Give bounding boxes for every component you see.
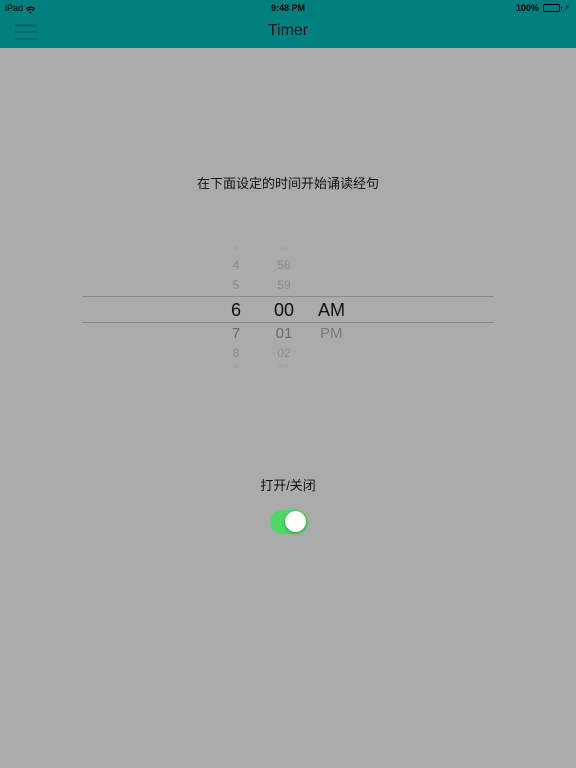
picker-minute-option[interactable]: 03	[264, 362, 304, 368]
picker-minute-selected[interactable]: 00	[264, 300, 304, 321]
status-time: 9:48 PM	[270, 3, 305, 13]
toggle-knob	[285, 511, 306, 532]
toggle-label: 打开/关闭	[260, 478, 316, 493]
time-picker[interactable]: 3 4 5 6 7 8 9 57 58 59 00 01 02 03 AM PM	[0, 240, 576, 375]
instruction-text: 在下面设定的时间开始诵读经句	[196, 176, 379, 191]
battery-icon: ⚡	[542, 0, 570, 16]
picker-hour-option[interactable]: 4	[216, 258, 256, 272]
picker-minute-option[interactable]: 02	[264, 346, 304, 360]
charging-icon: ⚡	[564, 3, 570, 12]
picker-minute-option[interactable]: 57	[264, 246, 304, 252]
status-bar: iPad 9:48 PM 100% ⚡	[0, 0, 576, 16]
picker-hour-option[interactable]: 3	[216, 246, 256, 252]
page-title: Timer	[267, 22, 309, 39]
on-off-toggle[interactable]	[270, 510, 308, 534]
picker-hour-option[interactable]: 8	[216, 346, 256, 360]
picker-hour-option[interactable]: 5	[216, 278, 256, 292]
battery-percent: 100%	[515, 3, 539, 13]
picker-hour-option[interactable]: 9	[216, 362, 256, 368]
picker-top-divider	[82, 296, 494, 297]
picker-hour-option[interactable]: 7	[216, 325, 256, 342]
picker-ampm-selected[interactable]: AM	[318, 300, 345, 321]
picker-minute-option[interactable]: 58	[264, 258, 304, 272]
status-right: 100% ⚡	[516, 0, 570, 16]
picker-bottom-divider	[82, 322, 494, 323]
picker-minute-option[interactable]: 01	[264, 325, 304, 342]
picker-minute-option[interactable]: 59	[264, 278, 304, 292]
timer-screen: iPad 9:48 PM 100% ⚡ Timer 在下面设定的时间开始诵读经句…	[0, 0, 576, 768]
nav-bar: Timer	[0, 16, 576, 48]
picker-hour-selected[interactable]: 6	[216, 300, 256, 321]
picker-ampm-option[interactable]: PM	[320, 325, 343, 342]
